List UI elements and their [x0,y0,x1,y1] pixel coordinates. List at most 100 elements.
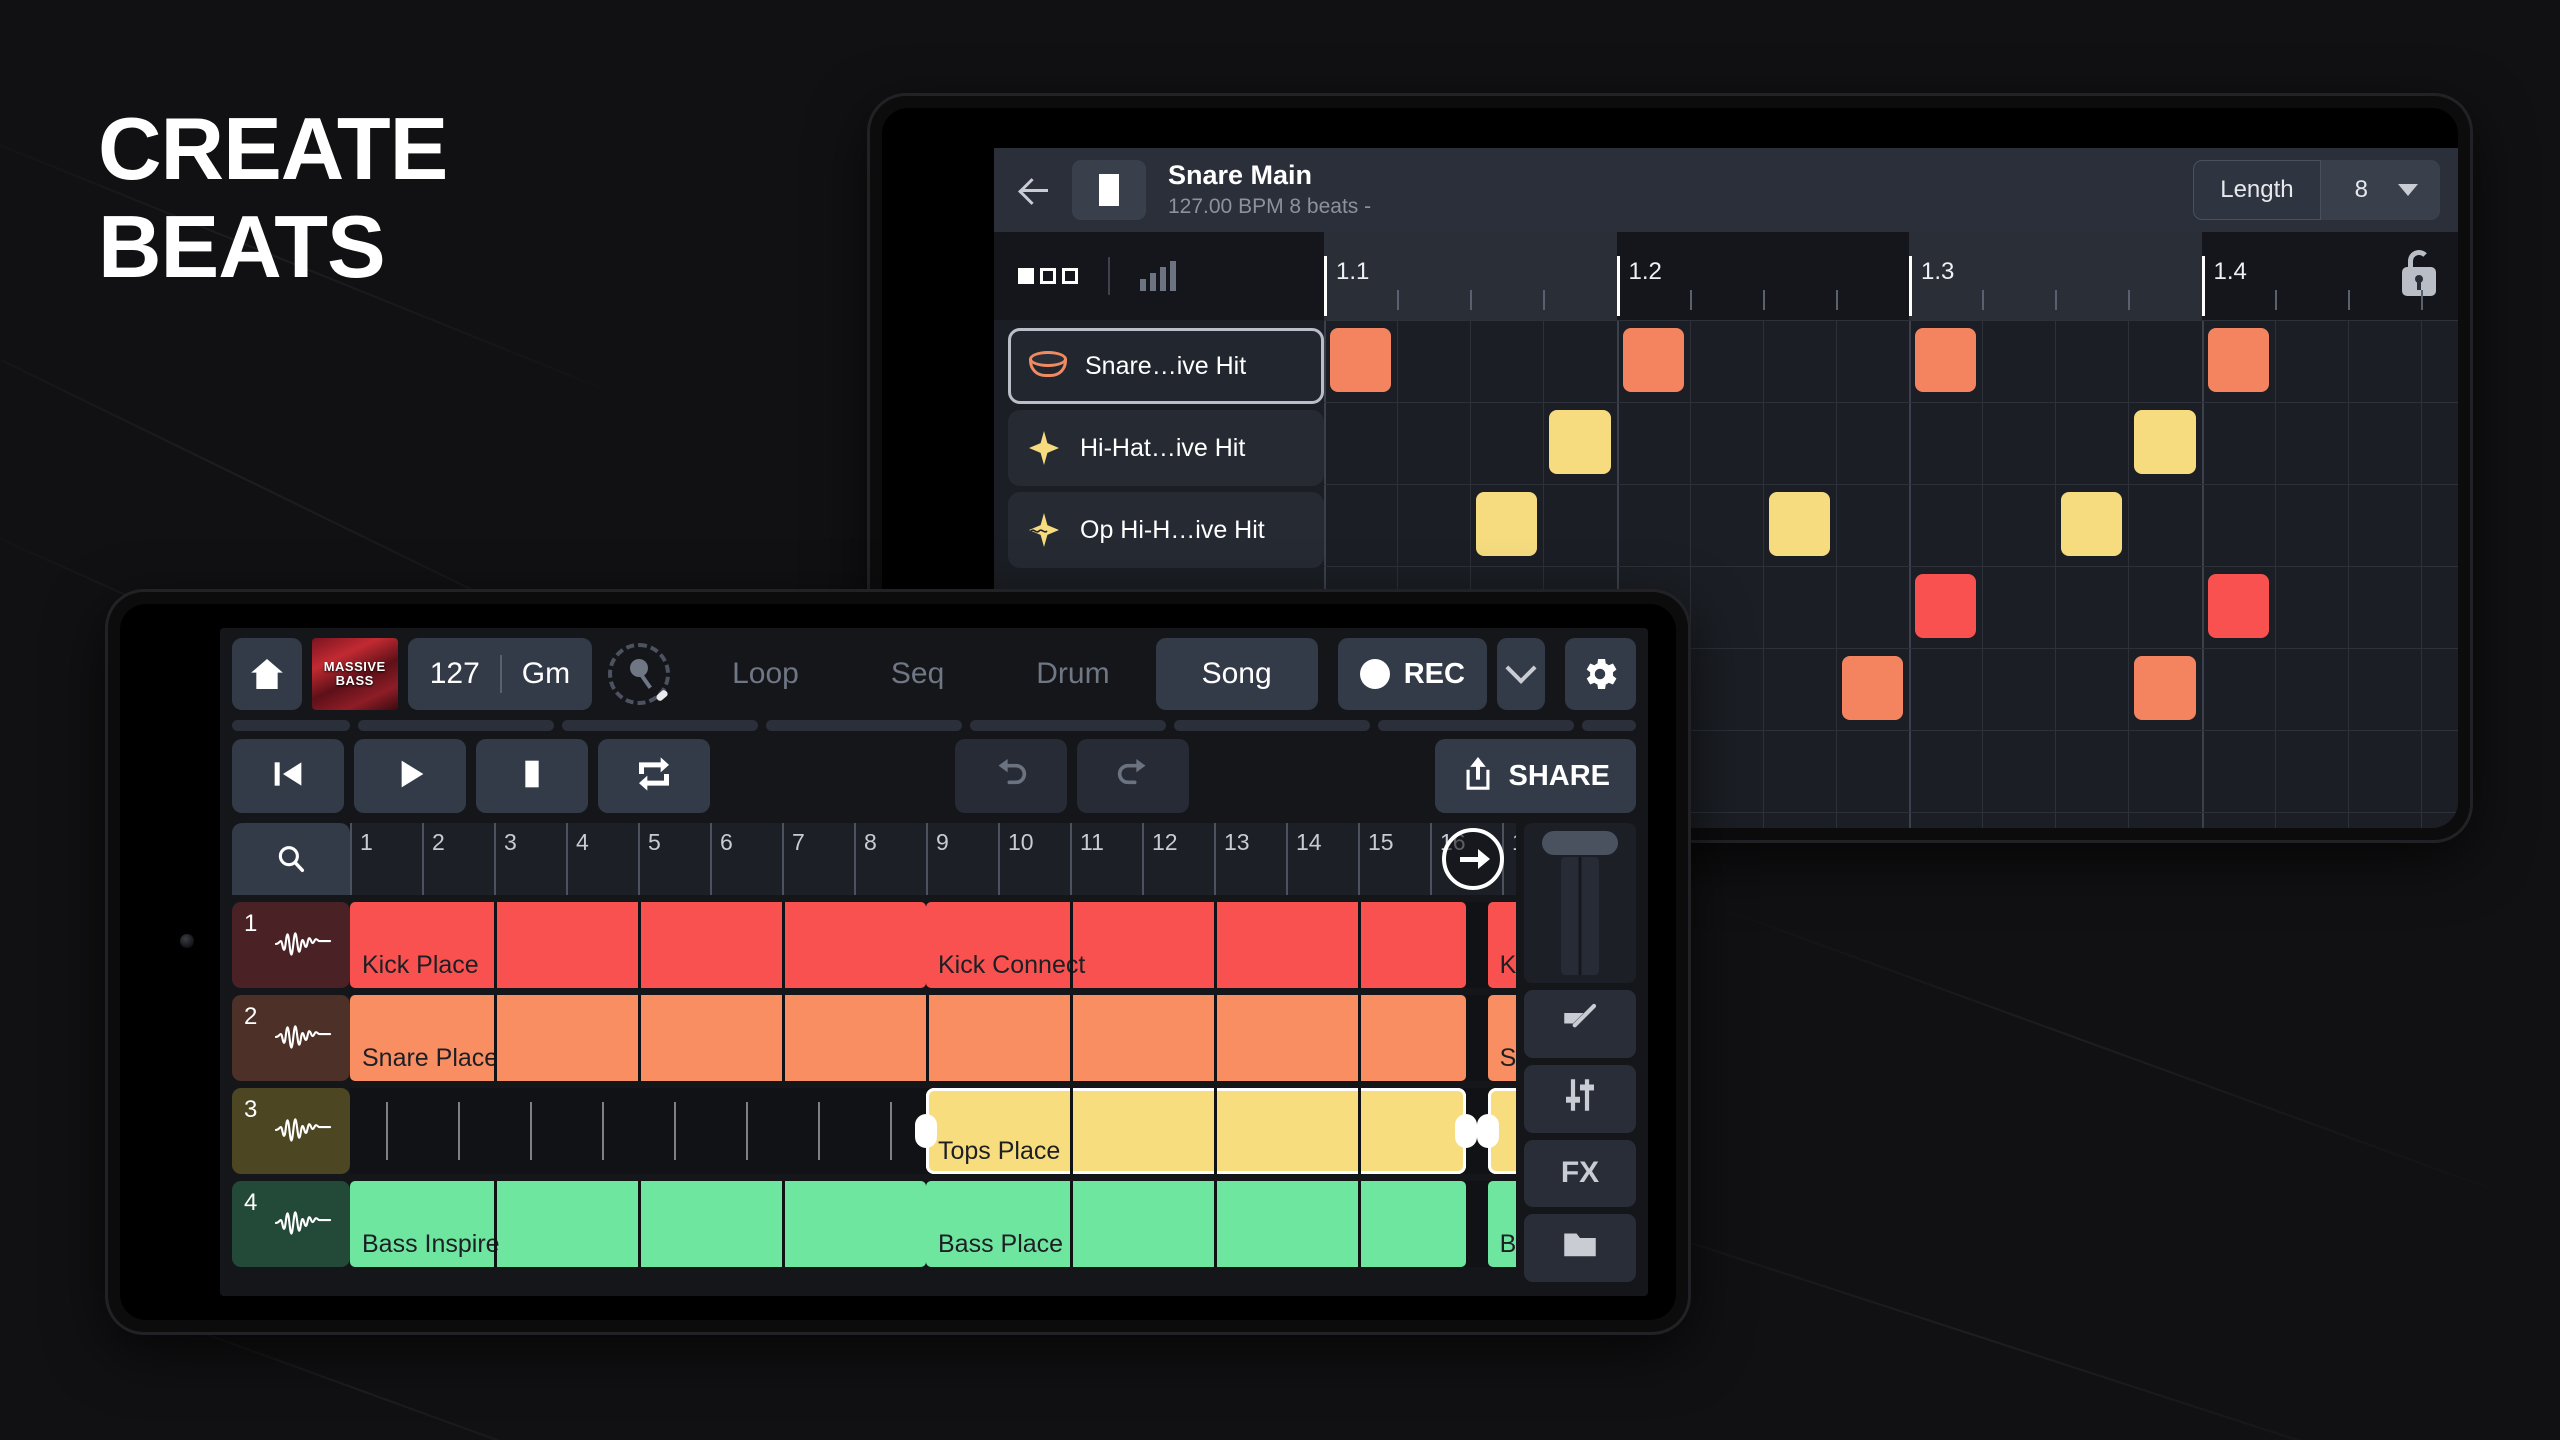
undo-button[interactable] [955,739,1068,813]
arrow-left-icon[interactable] [1012,167,1058,213]
track-number: 2 [244,1003,258,1030]
rewind-to-start-button[interactable] [232,739,344,813]
page-title: CREATE BEATS [98,104,448,292]
tablet-front-device: MASSIVE BASS 127 Gm Loop Seq Drum Song R… [108,592,1688,1332]
arrangement-bar-tick [1358,823,1360,895]
pattern-subtitle: 127.00 BPM 8 beats - [1168,195,1372,219]
sequencer-ruler-tools [994,232,1324,320]
track-header[interactable]: 3 [232,1088,350,1174]
arrangement-clip[interactable]: Bass Inspire [350,1181,926,1267]
arrangement-clip[interactable]: Snare Place [350,995,1466,1081]
play-button[interactable] [354,739,466,813]
record-button[interactable]: REC [1337,638,1487,710]
sequencer-title-block: Snare Main 127.00 BPM 8 beats - [1168,160,2193,220]
arrangement-clip[interactable]: Tops Place [926,1088,1466,1174]
clip-resize-handle[interactable] [1476,1114,1499,1148]
step-note[interactable] [2207,328,2269,392]
chevron-down-icon[interactable] [1496,638,1545,710]
clip-resize-handle[interactable] [1455,1114,1477,1148]
sequencer-lane[interactable]: Op Hi-H…ive Hit [1008,492,1324,568]
clip-repeat-seam [1214,1181,1217,1267]
clip-resize-handle[interactable] [915,1114,937,1148]
mode-tab-drum[interactable]: Drum [990,638,1155,710]
project-artwork[interactable]: MASSIVE BASS [311,638,398,710]
step-note[interactable] [1915,328,1977,392]
arrangement-clip[interactable]: S [1487,995,1516,1081]
track-clip-lane[interactable]: Bass Inspire Bass Place B [350,1181,1516,1267]
metronome-knob[interactable] [608,643,671,705]
mixer-button[interactable] [1524,1064,1636,1133]
mode-tab-loop[interactable]: Loop [686,638,845,710]
arrangement-bar-tick [782,823,784,895]
ruler-minor-tick [2347,290,2350,310]
levels-icon[interactable] [1140,261,1176,291]
home-icon[interactable] [232,638,302,710]
volume-fader[interactable] [1524,823,1636,983]
chevron-down-icon[interactable] [2398,184,2418,196]
track-clip-lane[interactable]: Tops Place [350,1088,1516,1174]
stop-icon[interactable] [1072,160,1146,220]
grid-column-line [1689,320,1691,828]
sequencer-lane[interactable]: Hi-Hat…ive Hit [1008,410,1324,486]
length-control[interactable]: Length 8 [2193,160,2440,220]
arrangement-clip[interactable]: B [1487,1181,1516,1267]
redo-button[interactable] [1077,739,1190,813]
arranger-screen: MASSIVE BASS 127 Gm Loop Seq Drum Song R… [220,628,1648,1296]
mode-tab-song[interactable]: Song [1155,638,1318,710]
gear-icon[interactable] [1564,638,1636,710]
grid-column-line [1909,320,1911,828]
step-note[interactable] [1622,328,1684,392]
track-header[interactable]: 4 [232,1181,350,1267]
step-note[interactable] [2134,410,2196,474]
arrangement-bar-tick [1286,823,1288,895]
arrangement-clip[interactable]: K [1487,902,1516,988]
track-row: 2 Snare Place S [232,995,1516,1081]
track-header[interactable]: 1 [232,902,350,988]
search-icon[interactable] [232,823,350,895]
step-note[interactable] [2207,574,2269,638]
clip-repeat-seam [494,995,497,1081]
stop-button[interactable] [476,739,588,813]
arrangement-bar-number: 4 [576,829,589,855]
track-clip-lane[interactable]: Kick Place Kick Connect K [350,902,1516,988]
arrangement-bar-number: 14 [1296,829,1322,855]
share-button[interactable]: SHARE [1434,739,1637,813]
step-note[interactable] [1768,492,1830,556]
playhead-marker[interactable] [1442,828,1505,890]
step-note[interactable] [2061,492,2123,556]
step-note[interactable] [2134,656,2196,720]
arrangement-area: 1234567891011121314151617 1 Kick PlaceKic… [220,823,1648,1296]
mode-tab-seq[interactable]: Seq [845,638,990,710]
step-note[interactable] [1330,328,1392,392]
arrangement-bar-number: 11 [1080,829,1104,855]
clip-repeat-seam [782,1181,785,1267]
ruler-minor-tick [1543,290,1546,310]
bar-number-ruler[interactable]: 1234567891011121314151617 [350,823,1516,895]
sequencer-bar-ruler[interactable]: 1.1 1.2 1.3 1.4 [1324,232,2458,320]
step-note[interactable] [1841,656,1903,720]
arrangement-clip[interactable]: Kick Connect [926,902,1466,988]
arrangement-clip[interactable]: Kick Place [350,902,926,988]
track-number: 1 [244,910,258,937]
arrangement-clip[interactable]: Bass Place [926,1181,1466,1267]
fader-handle[interactable] [1542,831,1618,855]
track-number: 4 [244,1189,258,1216]
track-header[interactable]: 2 [232,995,350,1081]
unlocked-padlock-icon[interactable] [2402,250,2436,296]
browser-button[interactable] [1524,1214,1636,1282]
fx-button[interactable]: FX [1524,1139,1636,1208]
edit-button[interactable] [1524,990,1636,1058]
loop-button[interactable] [598,739,710,813]
step-note[interactable] [1915,574,1977,638]
ruler-minor-tick [1835,290,1838,310]
ruler-minor-tick [1689,290,1692,310]
ruler-bar-tick [1616,256,1620,316]
fader-track [1561,857,1599,975]
step-note[interactable] [1549,410,1611,474]
sequencer-lane[interactable]: Snare…ive Hit [1008,328,1324,404]
clip-repeat-seam [926,995,929,1081]
tempo-key-control[interactable]: 127 Gm [407,638,593,710]
pages-icon[interactable] [1018,268,1078,284]
step-note[interactable] [1476,492,1538,556]
track-clip-lane[interactable]: Snare Place S [350,995,1516,1081]
